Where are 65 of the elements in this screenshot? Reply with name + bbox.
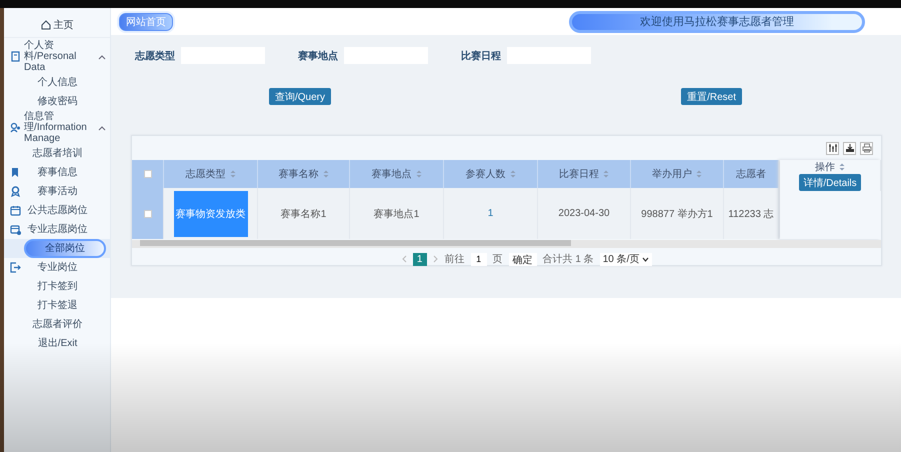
chevron-down-icon xyxy=(642,256,650,262)
page-size-select[interactable]: 10 条/页 xyxy=(600,252,652,266)
sort-icon xyxy=(839,163,845,171)
sort-icon xyxy=(322,170,328,178)
columns-icon xyxy=(828,143,838,153)
page-input[interactable]: 1 xyxy=(470,252,487,266)
table-cell: 2023-04-30 xyxy=(558,208,610,219)
menu-item[interactable]: 打卡签到 xyxy=(24,281,106,292)
field-label: 比赛日程 xyxy=(461,49,501,62)
export-button[interactable] xyxy=(843,142,856,154)
menu-item[interactable]: 专业志愿岗位 xyxy=(24,224,106,235)
menu-group[interactable]: 信息管理/Information Manage xyxy=(24,111,95,144)
menu-item[interactable]: 修改密码 xyxy=(24,96,106,107)
banner-title: 欢迎使用马拉松赛事志愿者管理 xyxy=(640,14,794,29)
sort-icon xyxy=(510,170,516,178)
calendar-icon xyxy=(10,205,22,216)
scrollbar-thumb[interactable] xyxy=(140,240,571,246)
type-tag: 赛事物资发放类 xyxy=(174,190,248,236)
menu-item[interactable]: 个人信息 xyxy=(24,77,106,88)
page-unit: 页 xyxy=(492,253,503,266)
print-icon xyxy=(862,143,872,153)
menu-item[interactable]: 打卡签退 xyxy=(24,300,106,311)
table-cell-text: 赛事名称1 xyxy=(280,208,326,220)
sort-icon xyxy=(416,170,422,178)
user-group-icon xyxy=(10,122,22,133)
table-cell-text: 998877 举办方1 xyxy=(641,208,713,220)
table-cell-text: 赛事地点1 xyxy=(374,208,420,220)
sort-icon xyxy=(696,170,702,178)
page-button[interactable]: 1 xyxy=(412,252,427,266)
menu-item[interactable]: 全部岗位 xyxy=(24,239,106,258)
table-cell: 1 xyxy=(488,208,494,219)
field-label: 志愿类型 xyxy=(135,50,175,62)
field-label: 赛事地点 xyxy=(298,49,338,62)
home-menu-item[interactable]: 主页 xyxy=(54,18,74,32)
badge-icon xyxy=(10,186,22,197)
reset-button[interactable]: 重置/Reset xyxy=(681,88,742,105)
calendar-check-icon xyxy=(10,224,22,235)
columns-button[interactable] xyxy=(826,142,839,154)
sort-icon xyxy=(603,170,609,178)
query-button[interactable]: 查询/Query xyxy=(269,88,332,105)
sort-icon xyxy=(230,170,236,178)
select-all-checkbox[interactable] xyxy=(144,170,152,178)
menu-group[interactable]: 个人资料/Personal Data xyxy=(24,40,95,73)
table-cell-text: 112233 志 xyxy=(728,208,774,220)
row-checkbox[interactable] xyxy=(144,210,152,218)
total-count: 合计共 1 条 xyxy=(542,252,594,266)
export-icon xyxy=(844,143,854,153)
details-button[interactable]: 详情/Details xyxy=(799,174,861,191)
horizontal-scrollbar[interactable] xyxy=(132,240,881,248)
document-icon xyxy=(10,51,22,62)
menu-item[interactable]: 专业岗位 xyxy=(24,262,106,273)
goto-label: 前往 xyxy=(444,252,465,266)
menu-item[interactable]: 赛事信息 xyxy=(24,167,106,178)
menu-item[interactable]: 退出/Exit xyxy=(24,338,106,349)
column-header[interactable]: 操作 xyxy=(815,160,835,174)
chevron-left-icon xyxy=(400,255,407,263)
menu-item[interactable]: 志愿者培训 xyxy=(24,148,106,159)
confirm-button[interactable]: 确定 xyxy=(508,252,537,266)
home-icon xyxy=(40,20,51,30)
menu-item[interactable]: 赛事活动 xyxy=(24,186,106,197)
exit-icon xyxy=(10,262,22,273)
menu-item[interactable]: 志愿者评价 xyxy=(24,319,106,330)
menu-item[interactable]: 公共志愿岗位 xyxy=(24,205,106,216)
print-button[interactable] xyxy=(860,142,873,154)
chevron-right-icon xyxy=(432,255,439,263)
